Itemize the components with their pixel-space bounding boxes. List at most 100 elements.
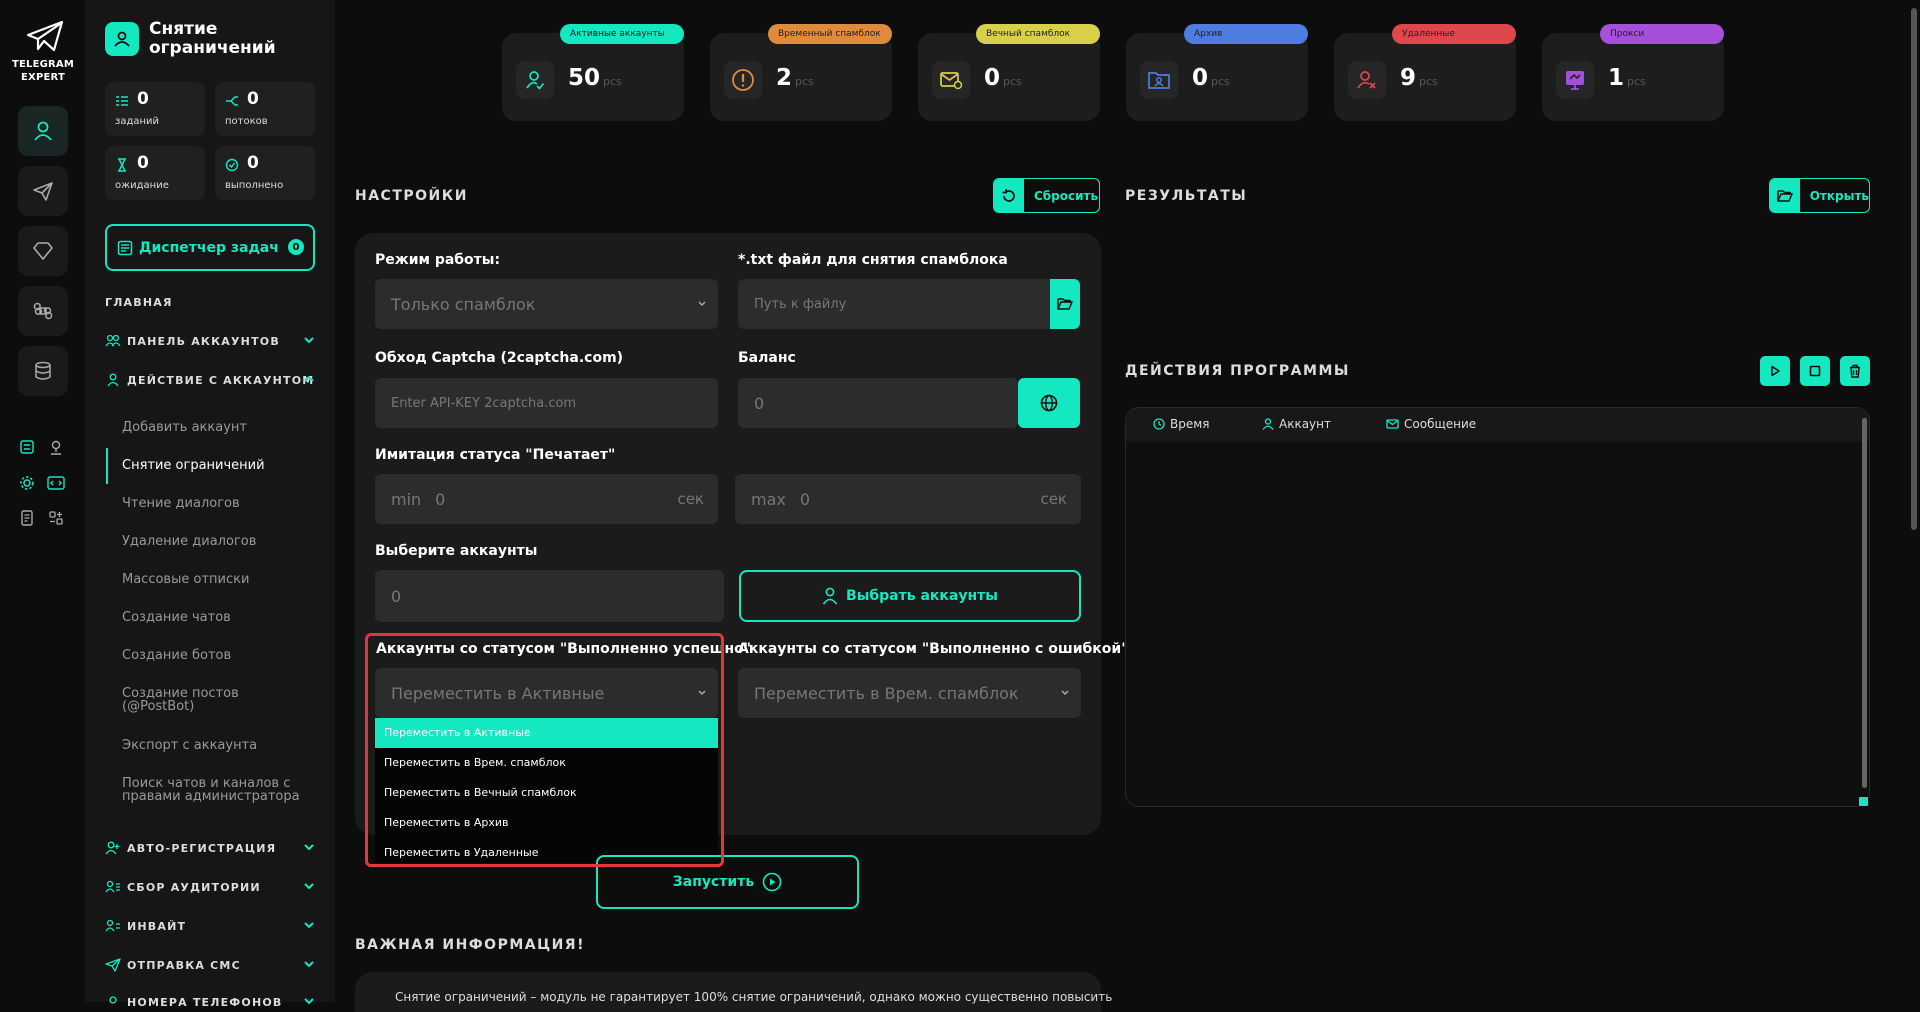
nav-group-sms[interactable]: ОТПРАВКА СМС bbox=[105, 955, 315, 975]
sidebar-item-read-dialogs[interactable]: Чтение диалогов bbox=[122, 497, 322, 510]
actions-heading: ДЕЙСТВИЯ ПРОГРАММЫ bbox=[1125, 363, 1350, 379]
nav-group-invite[interactable]: ИНВАЙТ bbox=[105, 916, 315, 936]
nav-group-label: ДЕЙСТВИЕ С АККАУНТОМ bbox=[127, 373, 315, 387]
open-results-button[interactable]: Открыть bbox=[1769, 178, 1870, 213]
typing-min-input[interactable]: min 0 сек bbox=[375, 474, 718, 524]
balance-value: 0 bbox=[754, 393, 765, 413]
clock-icon bbox=[1153, 418, 1165, 430]
chevron-down-icon bbox=[304, 961, 314, 968]
error-action-select[interactable]: Переместить в Врем. спамблок bbox=[738, 668, 1081, 718]
rail-send-button[interactable] bbox=[18, 166, 68, 216]
play-circle-icon bbox=[762, 872, 782, 892]
nav-group-audience[interactable]: СБОР АУДИТОРИИ bbox=[105, 877, 315, 897]
rail-command-button[interactable] bbox=[18, 286, 68, 336]
rail-accounts-button[interactable] bbox=[18, 106, 68, 156]
globe-icon bbox=[1040, 394, 1058, 412]
user-plus-icon bbox=[105, 841, 120, 855]
check-balance-button[interactable] bbox=[1018, 378, 1080, 428]
proxy-monitor-icon bbox=[1556, 61, 1594, 99]
logo-line-2: EXPERT bbox=[21, 72, 65, 83]
sidebar-item-create-posts[interactable]: Создание постов (@PostBot) bbox=[122, 687, 252, 713]
sidebar-item-remove-restrictions[interactable]: Снятие ограничений bbox=[122, 459, 322, 472]
check-circle-icon bbox=[225, 158, 239, 172]
rail-database-button[interactable] bbox=[18, 346, 68, 396]
log-col-message[interactable]: Сообщение bbox=[1386, 417, 1476, 431]
mode-select[interactable]: Только спамблок bbox=[375, 279, 718, 329]
nav-group-label: АВТО-РЕГИСТРАЦИЯ bbox=[127, 841, 277, 855]
user-icon bbox=[34, 121, 52, 141]
rail-mini-apps-icon[interactable] bbox=[46, 508, 66, 528]
stat-value: 0 bbox=[247, 153, 259, 173]
user-remove-icon bbox=[1348, 61, 1386, 99]
log-scrollbar[interactable] bbox=[1862, 418, 1867, 788]
max-value: 0 bbox=[799, 489, 811, 509]
nav-group-accounts-panel[interactable]: ПАНЕЛЬ АККАУНТОВ bbox=[105, 331, 315, 351]
rail-mini-list-icon[interactable] bbox=[17, 437, 37, 457]
page-scrollbar[interactable] bbox=[1911, 8, 1917, 530]
nav-group-label: ПАНЕЛЬ АККАУНТОВ bbox=[127, 334, 280, 348]
paper-plane-logo-icon bbox=[26, 20, 64, 52]
resize-handle[interactable] bbox=[1859, 797, 1868, 806]
card-proxies[interactable]: Прокси 1 pcs bbox=[1542, 24, 1724, 121]
rail-mini-gear-icon[interactable] bbox=[17, 473, 37, 493]
nav-group-account-actions[interactable]: ДЕЙСТВИЕ С АККАУНТОМ bbox=[105, 370, 315, 390]
card-temp-spamblock[interactable]: Временный спамблок 2 pcs bbox=[710, 24, 892, 121]
balance-label: Баланс bbox=[738, 350, 796, 366]
user-icon bbox=[107, 373, 119, 387]
card-active-accounts[interactable]: Активные аккаунты 50 pcs bbox=[502, 24, 684, 121]
stop-button[interactable] bbox=[1800, 356, 1830, 386]
rail-diamond-button[interactable] bbox=[18, 226, 68, 276]
card-pill: Удаленные bbox=[1392, 24, 1516, 44]
min-prefix: min bbox=[391, 489, 422, 509]
file-path-input[interactable]: Путь к файлу bbox=[738, 279, 1050, 329]
captcha-api-key-input[interactable]: Enter API-KEY 2captcha.com bbox=[375, 378, 718, 428]
stat-value: 0 bbox=[137, 153, 149, 173]
rail-mini-code-icon[interactable] bbox=[46, 473, 66, 493]
nav-group-auto-registration[interactable]: АВТО-РЕГИСТРАЦИЯ bbox=[105, 838, 315, 858]
nav-group-phones[interactable]: НОМЕРА ТЕЛЕФОНОВ bbox=[105, 992, 315, 1012]
card-deleted[interactable]: Удаленные 9 pcs bbox=[1334, 24, 1516, 121]
open-label: Открыть bbox=[1809, 188, 1869, 203]
sidebar-item-mass-unsubscribe[interactable]: Массовые отписки bbox=[122, 573, 322, 586]
mail-block-icon bbox=[932, 61, 970, 99]
rail-mini-document-icon[interactable] bbox=[17, 508, 37, 528]
sidebar-item-export-account[interactable]: Экспорт с аккаунта bbox=[122, 739, 322, 752]
dispatcher-icon bbox=[117, 240, 133, 255]
stat-done: 0 выполнено bbox=[215, 146, 315, 200]
rail-mini-location-icon[interactable] bbox=[46, 437, 66, 457]
clear-log-button[interactable] bbox=[1840, 356, 1870, 386]
card-perm-spamblock[interactable]: Вечный спамблок 0 pcs bbox=[918, 24, 1100, 121]
play-button[interactable] bbox=[1760, 356, 1790, 386]
card-pill: Временный спамблок bbox=[768, 24, 892, 44]
run-label: Запустить bbox=[672, 874, 755, 890]
card-value: 0 pcs bbox=[1192, 65, 1230, 91]
typing-max-input[interactable]: max 0 сек bbox=[735, 474, 1081, 524]
mode-select-value: Только спамблок bbox=[391, 294, 536, 314]
tasks-icon bbox=[116, 96, 128, 106]
app-logo: TELEGRAM EXPERT bbox=[10, 18, 76, 84]
sidebar-item-add-account[interactable]: Добавить аккаунт bbox=[122, 421, 322, 434]
play-icon bbox=[1771, 365, 1780, 377]
log-col-account[interactable]: Аккаунт bbox=[1262, 417, 1331, 431]
section-main-label: ГЛАВНАЯ bbox=[105, 296, 173, 309]
file-path-placeholder: Путь к файлу bbox=[754, 296, 847, 312]
select-accounts-button[interactable]: Выбрать аккаунты bbox=[739, 570, 1081, 622]
folder-user-icon bbox=[1140, 61, 1178, 99]
sidebar-item-search-admin-chats[interactable]: Поиск чатов и каналов с правами админист… bbox=[122, 777, 302, 803]
error-select-value: Переместить в Врем. спамблок bbox=[754, 683, 1019, 703]
card-archive[interactable]: Архив 0 pcs bbox=[1126, 24, 1308, 121]
chevron-down-icon bbox=[304, 998, 314, 1005]
reset-button[interactable]: Сбросить bbox=[993, 178, 1100, 213]
card-value: 1 pcs bbox=[1608, 65, 1646, 91]
sidebar-item-create-chats[interactable]: Создание чатов bbox=[122, 611, 322, 624]
accounts-label: Выберите аккаунты bbox=[375, 543, 538, 559]
dispatcher-label: Диспетчер задач bbox=[139, 239, 279, 256]
log-col-time[interactable]: Время bbox=[1153, 417, 1210, 431]
sidebar-item-delete-dialogs[interactable]: Удаление диалогов bbox=[122, 535, 322, 548]
task-dispatcher-button[interactable]: Диспетчер задач 0 bbox=[105, 224, 315, 271]
nav-group-label: ОТПРАВКА СМС bbox=[127, 958, 241, 972]
browse-file-button[interactable] bbox=[1050, 279, 1080, 329]
send-icon bbox=[105, 958, 121, 972]
sidebar-item-create-bots[interactable]: Создание ботов bbox=[122, 649, 322, 662]
database-icon bbox=[35, 361, 51, 380]
